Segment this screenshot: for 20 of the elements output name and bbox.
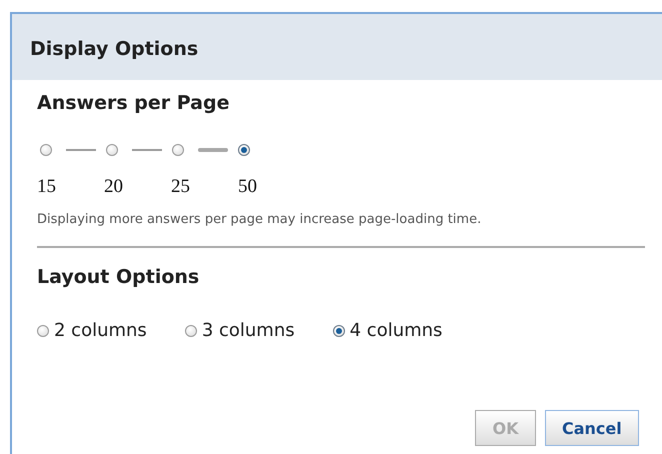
dialog-title: Display Options [30, 38, 198, 60]
option-label: 15 [37, 176, 56, 197]
slider-track [198, 148, 228, 152]
option-label: 25 [171, 176, 190, 197]
option-label: 50 [238, 176, 257, 197]
radio-button[interactable] [184, 324, 197, 336]
radio-button[interactable] [106, 144, 118, 156]
radio-button[interactable] [40, 144, 52, 156]
radio-button[interactable] [238, 144, 250, 156]
radio-button[interactable] [172, 144, 184, 156]
cancel-button[interactable]: Cancel [545, 410, 639, 446]
radio-button[interactable] [332, 324, 345, 336]
hint-text: Displaying more answers per page may increase page-loading time. [37, 212, 482, 227]
radio-label[interactable]: 3 columns [202, 320, 295, 341]
radio-label[interactable]: 2 columns [54, 320, 147, 341]
option-label: 20 [104, 176, 123, 197]
section-heading: Answers per Page [37, 92, 230, 114]
radio-button[interactable] [37, 324, 49, 336]
section-heading: Layout Options [37, 266, 200, 288]
radio-label[interactable]: 4 columns [350, 320, 442, 341]
